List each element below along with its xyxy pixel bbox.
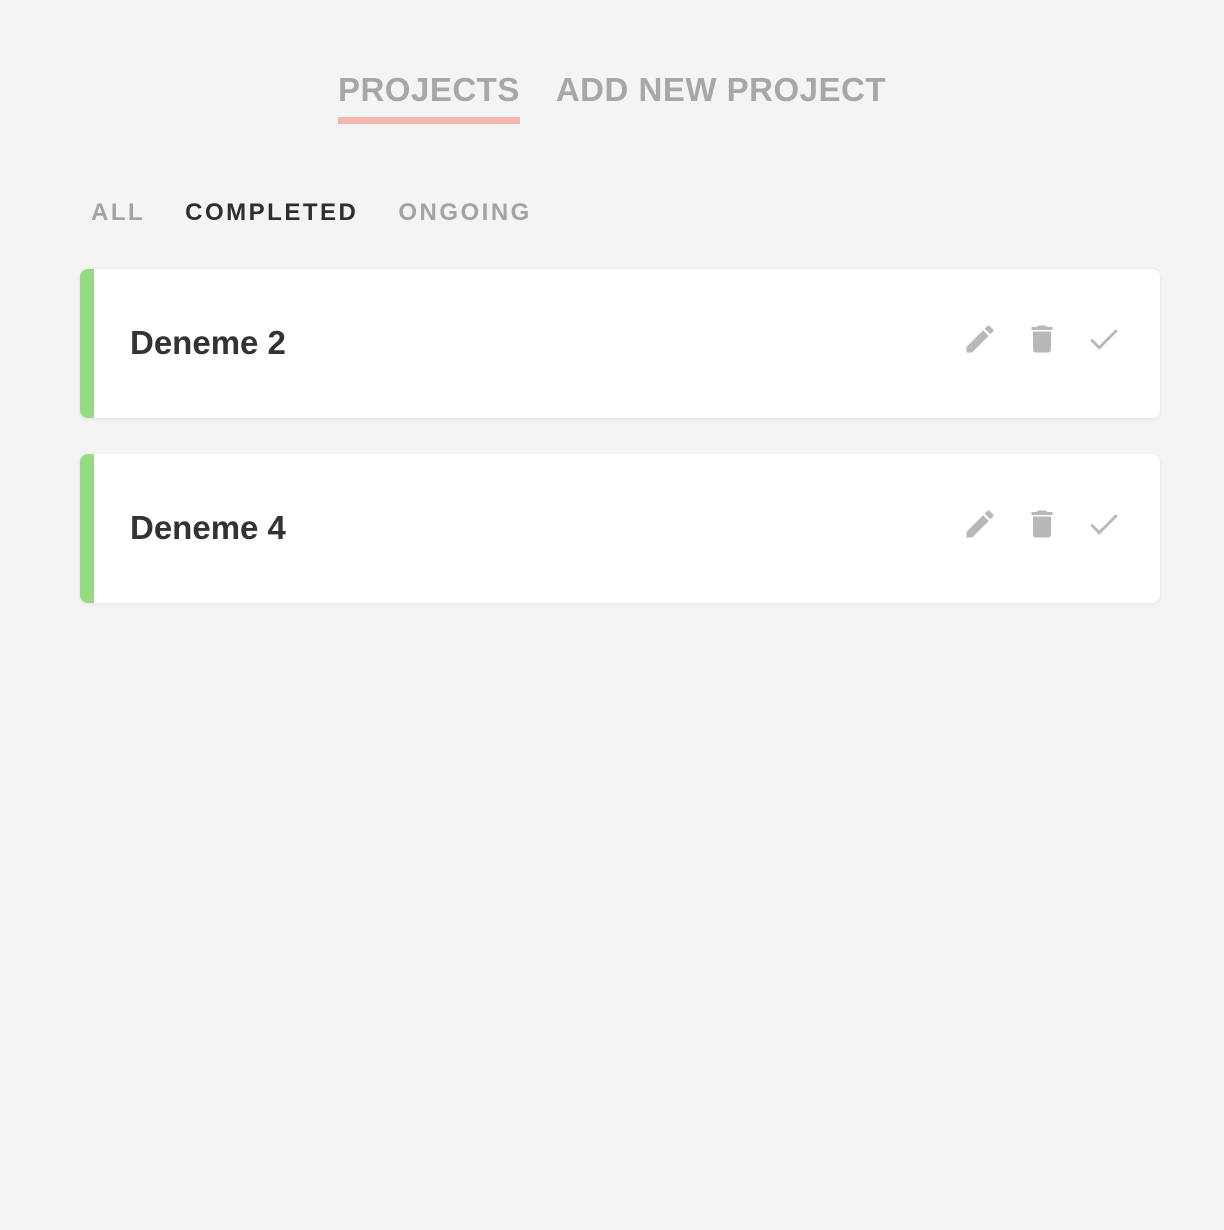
status-indicator-bar: [80, 269, 94, 418]
complete-button[interactable]: [1084, 319, 1124, 359]
delete-button[interactable]: [1022, 504, 1062, 544]
edit-button[interactable]: [960, 504, 1000, 544]
project-title: Deneme 2: [130, 324, 286, 361]
top-nav: PROJECTS ADD NEW PROJECT: [0, 70, 1224, 124]
trash-icon: [1031, 510, 1053, 538]
filter-all[interactable]: ALL: [91, 198, 145, 228]
nav-projects-tab[interactable]: PROJECTS: [337, 70, 520, 124]
pencil-icon: [966, 325, 994, 353]
pencil-icon: [966, 510, 994, 538]
project-title: Deneme 4: [130, 509, 286, 546]
delete-button[interactable]: [1022, 319, 1062, 359]
filter-ongoing[interactable]: ONGOING: [398, 198, 532, 228]
edit-button[interactable]: [960, 319, 1000, 359]
complete-button[interactable]: [1084, 504, 1124, 544]
status-indicator-bar: [80, 454, 94, 603]
project-actions: [960, 319, 1124, 359]
filter-bar: ALL COMPLETED ONGOING: [91, 198, 532, 228]
nav-add-new-project-tab[interactable]: ADD NEW PROJECT: [556, 70, 886, 124]
project-card: Deneme 4: [80, 454, 1160, 603]
project-actions: [960, 504, 1124, 544]
check-icon: [1090, 329, 1118, 350]
filter-completed[interactable]: COMPLETED: [185, 198, 358, 228]
project-list: Deneme 2 Deneme 4: [80, 269, 1160, 639]
project-card: Deneme 2: [80, 269, 1160, 418]
trash-icon: [1031, 325, 1053, 353]
check-icon: [1090, 514, 1118, 535]
